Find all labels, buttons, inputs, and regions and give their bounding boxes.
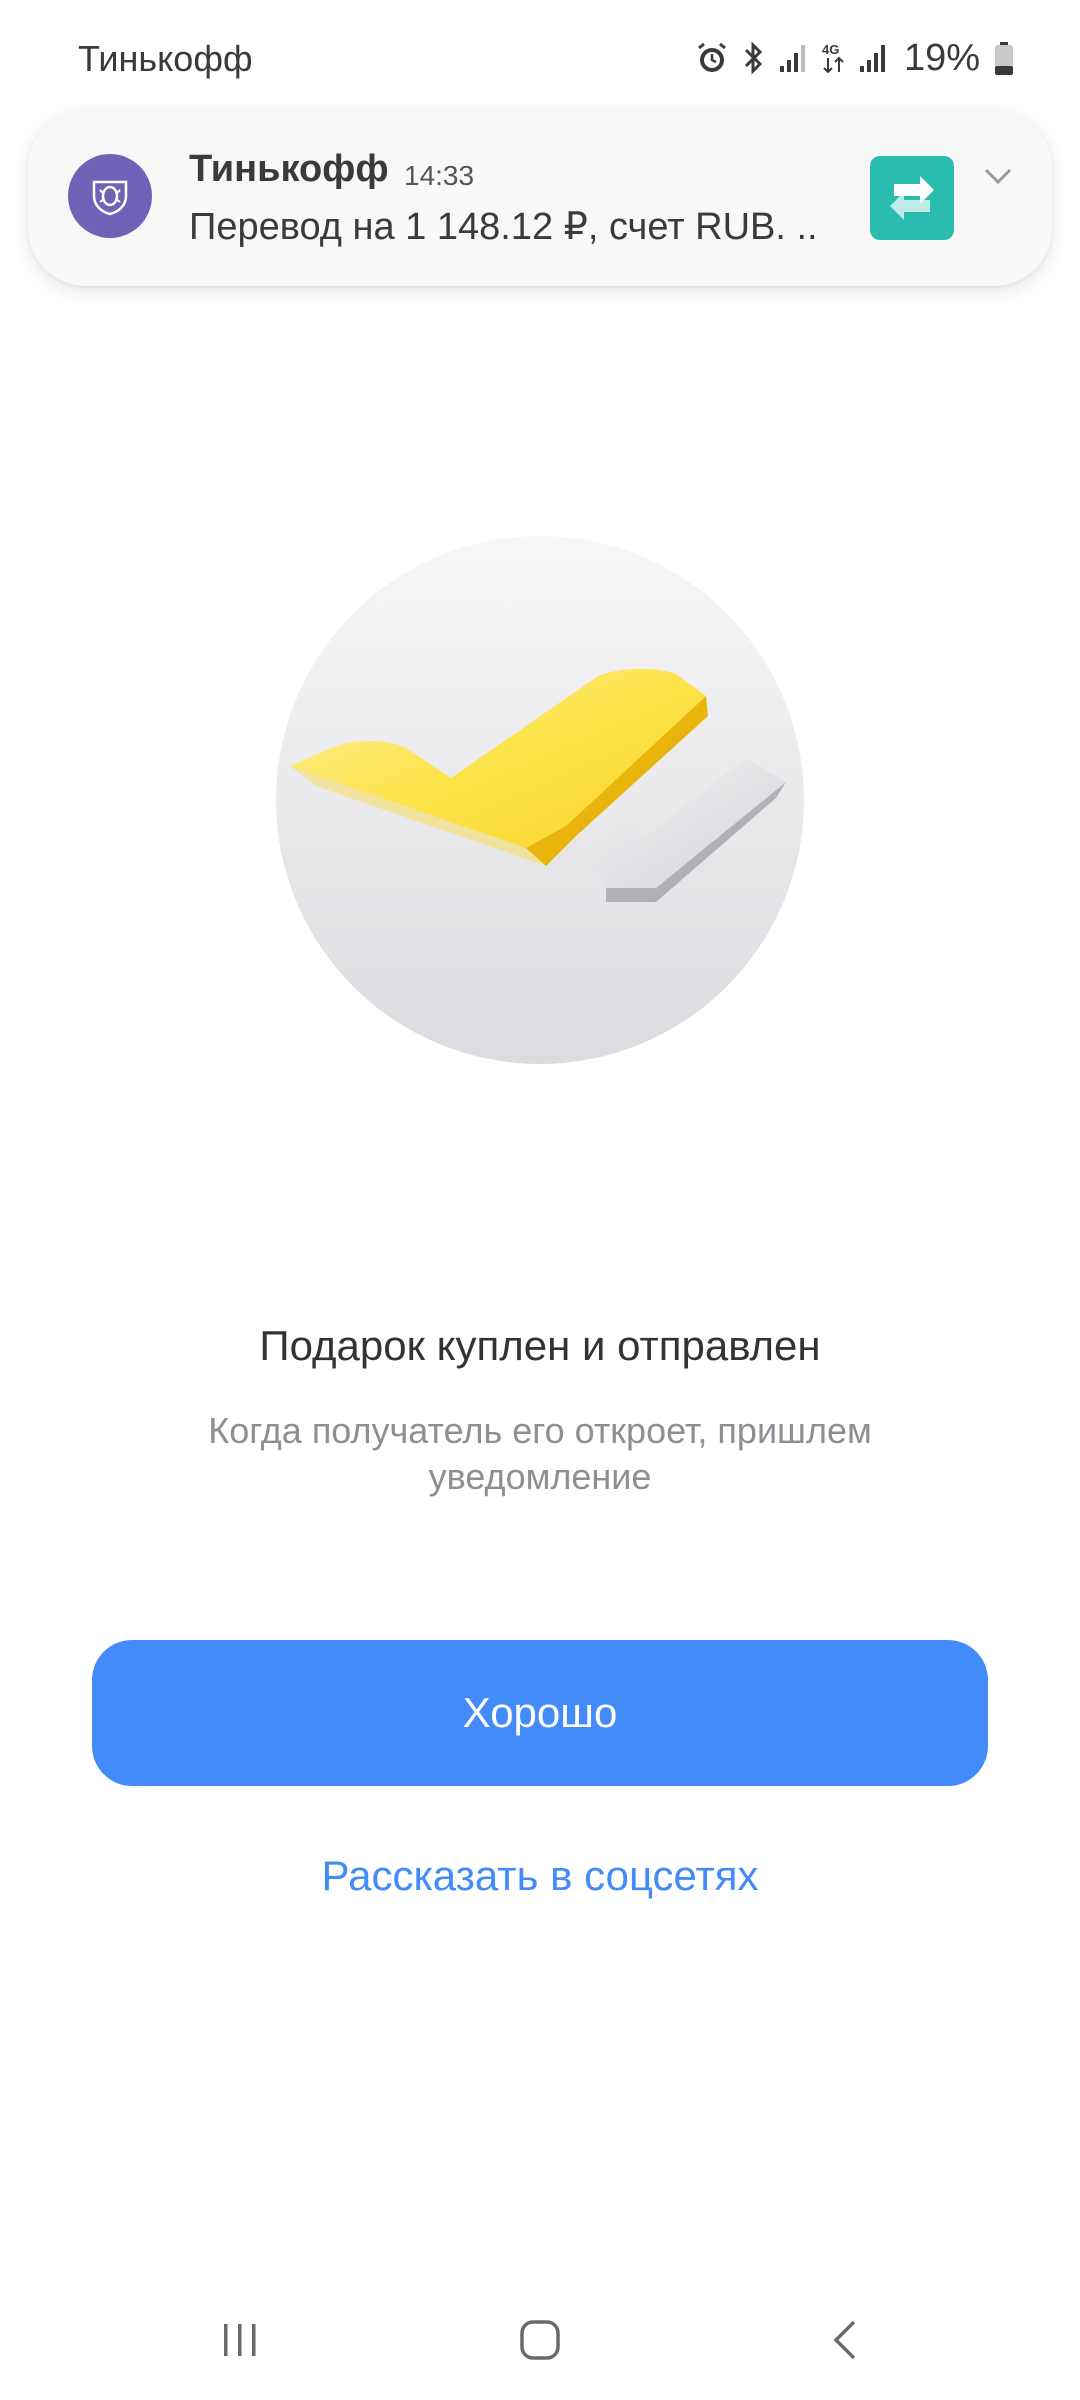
page-subtitle: Когда получатель его откроет, пришлем ув…: [208, 1410, 872, 1497]
status-bar: Тинькофф 4G 19%: [0, 0, 1080, 120]
back-icon[interactable]: [806, 2310, 886, 2370]
status-icons: 4G 19%: [694, 36, 1014, 80]
bluetooth-icon: [744, 41, 763, 75]
ok-button[interactable]: Хорошо: [92, 1640, 988, 1786]
svg-text:4G: 4G: [822, 42, 839, 57]
signal-icon: [779, 45, 805, 72]
success-illustration: [276, 536, 804, 1064]
status-carrier: Тинькофф: [78, 38, 253, 79]
signal-icon: [859, 45, 885, 72]
battery-percent: 19%: [903, 36, 980, 79]
home-icon[interactable]: [500, 2310, 580, 2370]
navigation-bar: [0, 2280, 1080, 2400]
notification-text: Перевод на 1 148.12 ₽, счет RUB. ..: [189, 206, 818, 248]
notification-time: 14:33: [404, 160, 475, 191]
notification-app-name: Тинькофф: [189, 148, 389, 190]
transfer-arrows-icon: [870, 156, 954, 240]
double-checkmark-icon: [276, 536, 804, 1064]
tinkoff-logo-icon: [68, 154, 152, 238]
recent-apps-icon[interactable]: [200, 2310, 280, 2370]
network-4g-icon: 4G: [822, 42, 844, 74]
battery-icon: [995, 42, 1013, 75]
notification-card[interactable]: Тинькофф 14:33 Перевод на 1 148.12 ₽, сч…: [28, 110, 1052, 286]
page-title: Подарок куплен и отправлен: [259, 1322, 821, 1369]
alarm-icon: [698, 42, 726, 72]
chevron-down-icon[interactable]: [978, 156, 1018, 196]
share-social-link[interactable]: Рассказать в соцсетях: [0, 1852, 1080, 1900]
